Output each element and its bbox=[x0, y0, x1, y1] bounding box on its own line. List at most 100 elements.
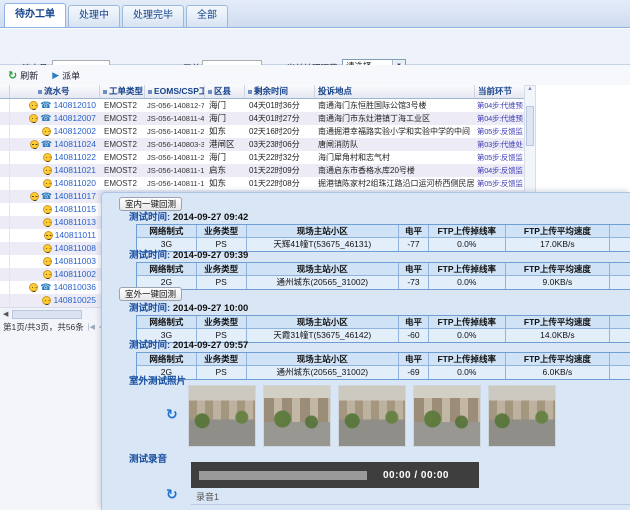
test-photo-4[interactable] bbox=[413, 385, 481, 447]
serial-cell[interactable]: ☎140811017 bbox=[10, 190, 100, 203]
serial-link[interactable]: 140811015 bbox=[54, 203, 96, 216]
row-select-cell bbox=[0, 112, 10, 125]
tab-processing[interactable]: 处理中 bbox=[68, 5, 120, 27]
eoms-cell: JS-056-140811-291 bbox=[145, 125, 205, 138]
test-photo-1[interactable] bbox=[188, 385, 256, 447]
serial-link[interactable]: 140812002 bbox=[53, 125, 96, 138]
serial-cell[interactable]: 140811013 bbox=[10, 216, 100, 229]
step-link[interactable]: 第05步:反馈监控 bbox=[475, 125, 524, 138]
pager-text: 第1页/共3页，共56条 bbox=[3, 321, 84, 333]
indoor-retest-button[interactable]: 室内一键回测 bbox=[119, 197, 182, 211]
serial-link[interactable]: 140811003 bbox=[54, 255, 96, 268]
county-cell: 海门 bbox=[205, 151, 245, 164]
col-remain[interactable]: 剩余时间 bbox=[245, 85, 315, 98]
table-row[interactable]: 140811020EMOST2JS-056-140811-160如东01天22时… bbox=[0, 177, 524, 190]
remain-cell: 04天01时36分 bbox=[245, 99, 315, 112]
serial-link[interactable]: 140811013 bbox=[54, 216, 96, 229]
county-cell: 如东 bbox=[205, 125, 245, 138]
serial-cell[interactable]: 140811002 bbox=[10, 268, 100, 281]
col-select bbox=[0, 85, 10, 98]
col-step[interactable]: 当前环节 bbox=[475, 85, 524, 98]
row-select-cell bbox=[0, 203, 10, 216]
col-type[interactable]: 工单类型 bbox=[100, 85, 145, 98]
serial-cell[interactable]: 140811021 bbox=[10, 164, 100, 177]
refresh-button[interactable]: ↻ 刷新 bbox=[8, 69, 38, 82]
remain-cell: 01天22时32分 bbox=[245, 151, 315, 164]
serial-link[interactable]: 140812007 bbox=[53, 112, 96, 125]
photos-download-icon[interactable]: ↻ bbox=[166, 407, 178, 421]
col-serial[interactable]: 流水号 bbox=[10, 85, 100, 98]
recording-download-icon[interactable]: ↻ bbox=[166, 487, 178, 501]
serial-link[interactable]: 140811020 bbox=[54, 177, 96, 190]
recording-name[interactable]: 录音1 bbox=[196, 490, 219, 503]
table-row[interactable]: ☎140812010EMOST2JS-056-140812-7海门04天01时3… bbox=[0, 99, 524, 112]
col-county[interactable]: 区县 bbox=[205, 85, 245, 98]
refresh-icon: ↻ bbox=[8, 69, 17, 82]
serial-cell[interactable]: ☎140811024 bbox=[10, 138, 100, 151]
serial-cell[interactable]: 140811015 bbox=[10, 203, 100, 216]
smiley-icon bbox=[44, 231, 53, 240]
table-row[interactable]: 140812002EMOST2JS-056-140811-291如东02天16时… bbox=[0, 125, 524, 138]
eoms-cell: JS-056-140803-344 bbox=[145, 138, 205, 151]
step-link[interactable]: 第04步:反馈监控 bbox=[475, 164, 524, 177]
serial-link[interactable]: 140810025 bbox=[53, 294, 96, 307]
test-table-2: 网络制式业务类型 现场主站小区电平 FTP上传掉线率FTP上传平均速度 FT 2… bbox=[136, 262, 630, 290]
serial-link[interactable]: 140811024 bbox=[54, 138, 96, 151]
type-cell: EMOST2 bbox=[100, 177, 145, 190]
col-location[interactable]: 投诉地点 bbox=[315, 85, 475, 98]
smiley-icon bbox=[42, 296, 51, 305]
location-cell: 南通海门东恒胜国际公馆3号楼 bbox=[315, 99, 475, 112]
serial-cell[interactable]: ☎140810036 bbox=[10, 281, 100, 294]
step-link[interactable]: 第05步:反馈监控 bbox=[475, 177, 524, 190]
outdoor-retest-button[interactable]: 室外一键回测 bbox=[119, 287, 182, 301]
serial-cell[interactable]: 140811022 bbox=[10, 151, 100, 164]
serial-link[interactable]: 140810036 bbox=[53, 281, 96, 294]
audio-player[interactable]: 00:00 / 00:00 bbox=[191, 462, 479, 488]
serial-cell[interactable]: 140811020 bbox=[10, 177, 100, 190]
serial-link[interactable]: 140811022 bbox=[54, 151, 96, 164]
table-row[interactable]: ☎140811024EMOST2JS-056-140803-344港闸区03天2… bbox=[0, 138, 524, 151]
serial-link[interactable]: 140811017 bbox=[54, 190, 96, 203]
serial-cell[interactable]: 140811008 bbox=[10, 242, 100, 255]
serial-link[interactable]: 140811011 bbox=[55, 229, 96, 242]
step-link[interactable]: 第03步:代维处理 bbox=[475, 138, 524, 151]
serial-cell[interactable]: ☎140812010 bbox=[10, 99, 100, 112]
serial-cell[interactable]: 140812002 bbox=[10, 125, 100, 138]
table-row[interactable]: 140811022EMOST2JS-056-140811-243海门01天22时… bbox=[0, 151, 524, 164]
divider bbox=[191, 504, 630, 505]
smiley-icon bbox=[29, 283, 38, 292]
remain-cell: 03天23时06分 bbox=[245, 138, 315, 151]
serial-cell[interactable]: 140811011 bbox=[10, 229, 100, 242]
test-photo-3[interactable] bbox=[338, 385, 406, 447]
serial-cell[interactable]: ☎140812007 bbox=[10, 112, 100, 125]
serial-cell[interactable]: 140810025 bbox=[10, 294, 100, 307]
step-link[interactable]: 第04步:代维预约 bbox=[475, 112, 524, 125]
step-link[interactable]: 第05步:反馈监控 bbox=[475, 151, 524, 164]
location-cell: 南通启东市香格水库20号楼 bbox=[315, 164, 475, 177]
step-link[interactable]: 第04步:代维预约 bbox=[475, 99, 524, 112]
serial-link[interactable]: 140811008 bbox=[54, 242, 96, 255]
audio-progress-bar[interactable] bbox=[199, 471, 367, 480]
smiley-icon bbox=[43, 166, 52, 175]
tab-completed[interactable]: 处理完毕 bbox=[122, 5, 184, 27]
remain-cell: 01天22时09分 bbox=[245, 164, 315, 177]
col-eoms[interactable]: EOMS/CSP工单号 bbox=[145, 85, 205, 98]
serial-link[interactable]: 140811002 bbox=[54, 268, 96, 281]
county-cell: 港闸区 bbox=[205, 138, 245, 151]
scroll-left-icon[interactable]: ◀ bbox=[3, 310, 8, 318]
serial-cell[interactable]: 140811003 bbox=[10, 255, 100, 268]
type-cell: EMOST2 bbox=[100, 112, 145, 125]
scroll-thumb[interactable] bbox=[526, 106, 534, 146]
scroll-thumb[interactable] bbox=[12, 310, 82, 319]
tab-all[interactable]: 全部 bbox=[186, 5, 228, 27]
table-row[interactable]: 140811021EMOST2JS-056-140811-150启东01天22时… bbox=[0, 164, 524, 177]
serial-link[interactable]: 140811021 bbox=[54, 164, 96, 177]
first-page-icon[interactable]: |◀ bbox=[88, 323, 95, 331]
test-photo-5[interactable] bbox=[488, 385, 556, 447]
tab-pending-orders[interactable]: 待办工单 bbox=[4, 3, 66, 27]
serial-link[interactable]: 140812010 bbox=[53, 99, 96, 112]
test-photo-2[interactable] bbox=[263, 385, 331, 447]
test-table-4: 网络制式业务类型 现场主站小区电平 FTP上传掉线率FTP上传平均速度 FT 2… bbox=[136, 352, 630, 380]
dispatch-button[interactable]: ▶ 派单 bbox=[52, 69, 80, 82]
table-row[interactable]: ☎140812007EMOST2JS-056-140811-422海门04天01… bbox=[0, 112, 524, 125]
